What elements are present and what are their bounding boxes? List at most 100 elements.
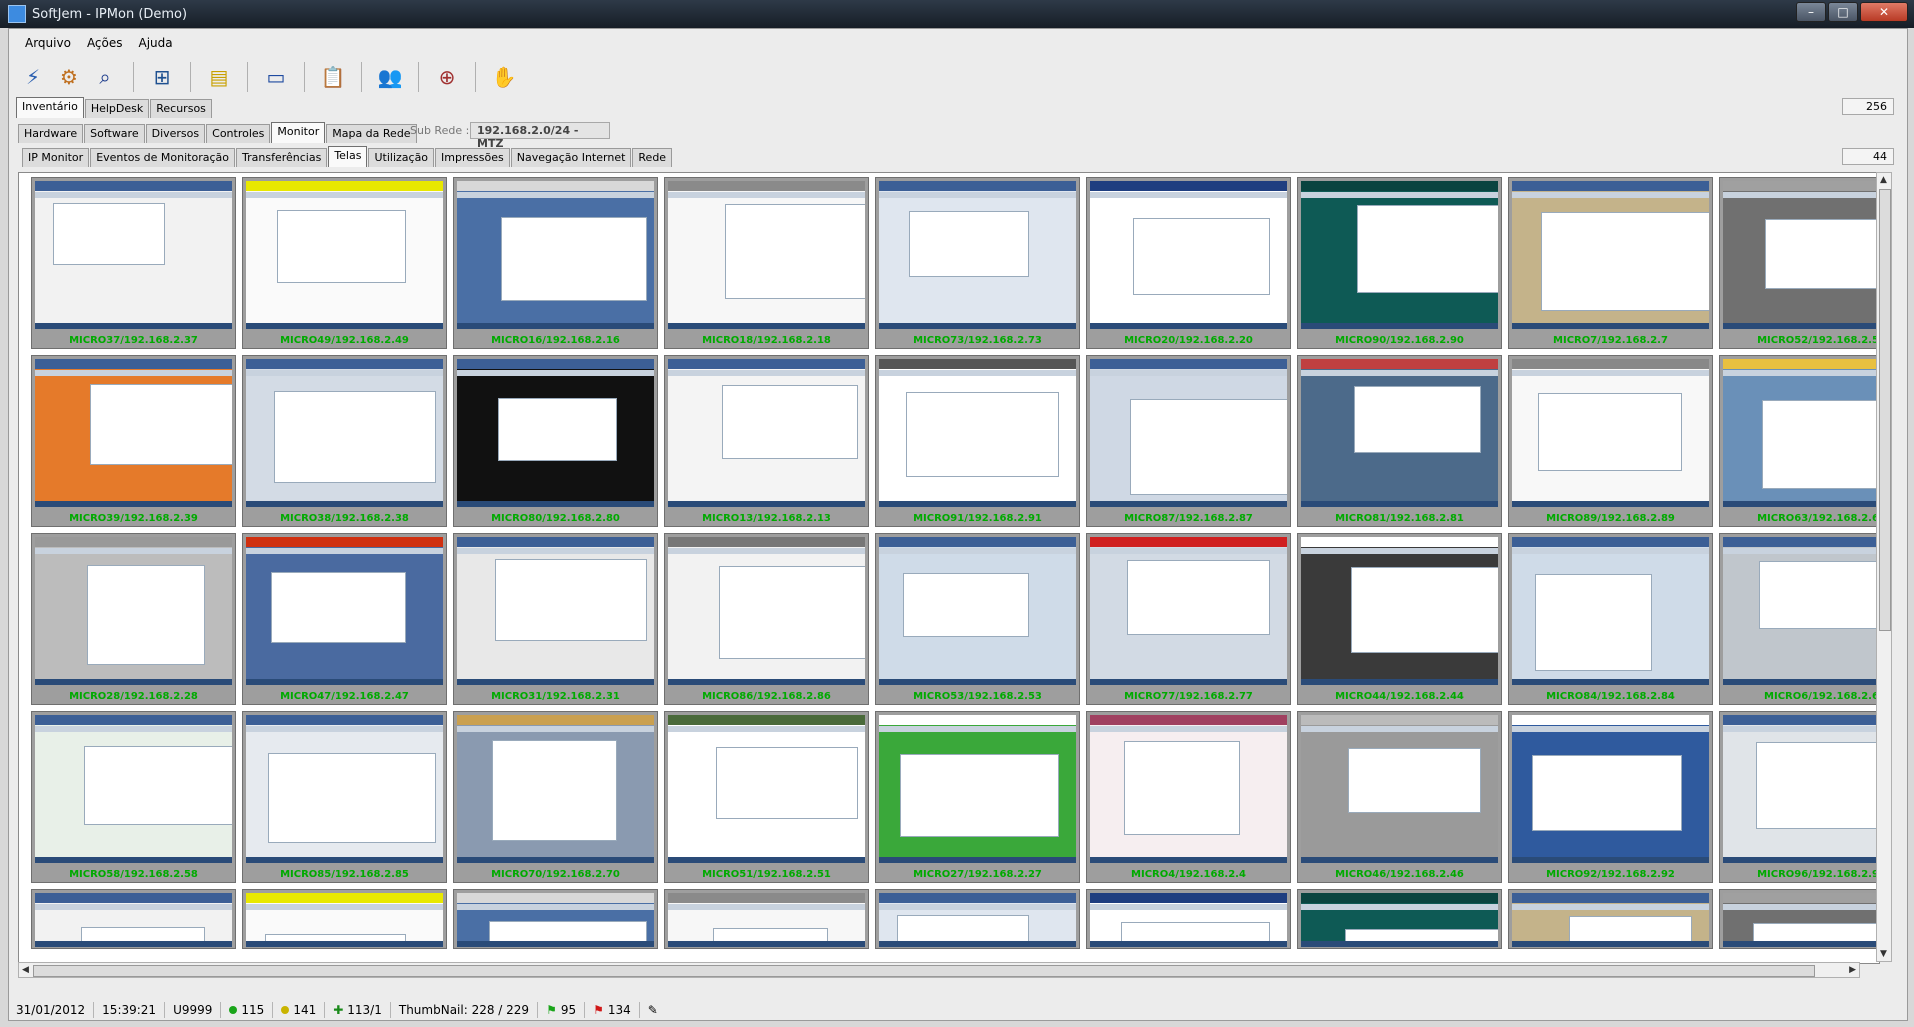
screen-thumbnail[interactable]: MICRO18/192.168.2.18 bbox=[664, 177, 869, 349]
tab-hardware[interactable]: Hardware bbox=[18, 124, 84, 143]
tab-utilizacao[interactable]: Utilização bbox=[368, 148, 435, 167]
screen-thumbnail[interactable]: MICRO53/192.168.2.53 bbox=[875, 533, 1080, 705]
scroll-right-icon[interactable]: ▶ bbox=[1849, 965, 1856, 975]
screen-thumbnail[interactable]: MICRO96/192.168.2.96 bbox=[1719, 711, 1879, 883]
screen-capture bbox=[1512, 359, 1709, 507]
tab-inventario[interactable]: Inventário bbox=[16, 97, 84, 118]
screen-thumbnail[interactable] bbox=[31, 889, 236, 949]
tab-controles[interactable]: Controles bbox=[206, 124, 271, 143]
screen-thumbnail[interactable]: MICRO63/192.168.2.63 bbox=[1719, 355, 1879, 527]
tab-impressoes[interactable]: Impressões bbox=[435, 148, 510, 167]
screen-thumbnail[interactable]: MICRO58/192.168.2.58 bbox=[31, 711, 236, 883]
screen-thumbnail[interactable] bbox=[1086, 889, 1291, 949]
screen-thumbnail[interactable]: MICRO70/192.168.2.70 bbox=[453, 711, 658, 883]
screen-thumbnail[interactable]: MICRO49/192.168.2.49 bbox=[242, 177, 447, 349]
title-bar: SoftJem - IPMon (Demo) – □ ✕ bbox=[0, 0, 1914, 28]
screen-thumbnail[interactable]: MICRO85/192.168.2.85 bbox=[242, 711, 447, 883]
screen-thumbnail[interactable]: MICRO91/192.168.2.91 bbox=[875, 355, 1080, 527]
screen-thumbnail[interactable] bbox=[875, 889, 1080, 949]
screen-capture bbox=[668, 181, 865, 329]
screen-thumbnail[interactable]: MICRO86/192.168.2.86 bbox=[664, 533, 869, 705]
screen-thumbnail[interactable]: MICRO39/192.168.2.39 bbox=[31, 355, 236, 527]
toolbar-separator bbox=[247, 62, 248, 92]
tab-ip-monitor[interactable]: IP Monitor bbox=[22, 148, 90, 167]
screen-thumbnail[interactable]: MICRO80/192.168.2.80 bbox=[453, 355, 658, 527]
screen-thumbnail[interactable]: MICRO47/192.168.2.47 bbox=[242, 533, 447, 705]
scroll-left-icon[interactable]: ◀ bbox=[22, 965, 29, 975]
status-bar: 31/01/2012 15:39:21 U9999 115 141 ✚ 113/… bbox=[8, 1000, 1906, 1020]
screen-thumbnail[interactable]: MICRO4/192.168.2.4 bbox=[1086, 711, 1291, 883]
screen-thumbnail[interactable]: MICRO31/192.168.2.31 bbox=[453, 533, 658, 705]
users-icon[interactable]: 👥 bbox=[374, 61, 406, 93]
minimize-button[interactable]: – bbox=[1796, 2, 1826, 22]
subnet-value[interactable]: 192.168.2.0/24 - MTZ bbox=[470, 122, 610, 150]
screen-thumbnail[interactable] bbox=[664, 889, 869, 949]
screen-thumbnail[interactable]: MICRO16/192.168.2.16 bbox=[453, 177, 658, 349]
screen-thumbnail[interactable]: MICRO84/192.168.2.84 bbox=[1508, 533, 1713, 705]
horizontal-scroll-thumb[interactable] bbox=[33, 965, 1815, 977]
clipboard-icon[interactable]: 📋 bbox=[317, 61, 349, 93]
monitor-icon[interactable]: ▭ bbox=[260, 61, 292, 93]
screen-thumbnail[interactable]: MICRO51/192.168.2.51 bbox=[664, 711, 869, 883]
tab-diversos[interactable]: Diversos bbox=[145, 124, 206, 143]
tab-telas[interactable]: Telas bbox=[328, 146, 368, 167]
screen-thumbnail[interactable]: MICRO44/192.168.2.44 bbox=[1297, 533, 1502, 705]
screen-thumbnail[interactable]: MICRO46/192.168.2.46 bbox=[1297, 711, 1502, 883]
screen-thumbnail[interactable]: MICRO37/192.168.2.37 bbox=[31, 177, 236, 349]
screen-thumbnail[interactable]: MICRO52/192.168.2.52 bbox=[1719, 177, 1879, 349]
tab-navegacao-internet[interactable]: Navegação Internet bbox=[510, 148, 632, 167]
vertical-scrollbar[interactable]: ▲ ▼ bbox=[1876, 172, 1892, 962]
screen-capture bbox=[1301, 537, 1498, 685]
screen-thumbnail[interactable] bbox=[242, 889, 447, 949]
screen-thumbnail[interactable]: MICRO6/192.168.2.6 bbox=[1719, 533, 1879, 705]
screen-capture bbox=[1723, 537, 1879, 685]
screen-capture bbox=[1723, 715, 1879, 863]
scroll-up-icon[interactable]: ▲ bbox=[1880, 175, 1887, 185]
tab-monitor[interactable]: Monitor bbox=[271, 122, 326, 143]
screen-thumbnail[interactable]: MICRO27/192.168.2.27 bbox=[875, 711, 1080, 883]
screen-thumbnail[interactable] bbox=[453, 889, 658, 949]
tab-rede[interactable]: Rede bbox=[632, 148, 673, 167]
screen-thumbnail[interactable]: MICRO28/192.168.2.28 bbox=[31, 533, 236, 705]
horizontal-scrollbar[interactable]: ◀ ▶ bbox=[18, 962, 1860, 978]
menu-arquivo[interactable]: Arquivo bbox=[17, 35, 79, 53]
maximize-button[interactable]: □ bbox=[1828, 2, 1858, 22]
wand-icon[interactable]: ⚡ bbox=[17, 61, 49, 93]
screen-capture bbox=[1090, 537, 1287, 685]
menu-acoes[interactable]: Ações bbox=[79, 35, 131, 53]
screen-thumbnail[interactable]: MICRO77/192.168.2.77 bbox=[1086, 533, 1291, 705]
thumbnail-caption: MICRO47/192.168.2.47 bbox=[280, 691, 409, 702]
screen-thumbnail[interactable]: MICRO87/192.168.2.87 bbox=[1086, 355, 1291, 527]
screen-thumbnail[interactable]: MICRO38/192.168.2.38 bbox=[242, 355, 447, 527]
tools-icon[interactable]: ⚙ bbox=[53, 61, 85, 93]
screen-thumbnail[interactable] bbox=[1297, 889, 1502, 949]
screen-thumbnail[interactable]: MICRO7/192.168.2.7 bbox=[1508, 177, 1713, 349]
screens-count: 44 bbox=[1842, 148, 1894, 165]
screen-thumbnail[interactable]: MICRO81/192.168.2.81 bbox=[1297, 355, 1502, 527]
screen-thumbnail[interactable]: MICRO20/192.168.2.20 bbox=[1086, 177, 1291, 349]
screen-thumbnail[interactable]: MICRO90/192.168.2.90 bbox=[1297, 177, 1502, 349]
vertical-scroll-thumb[interactable] bbox=[1879, 189, 1891, 631]
screen-thumbnail[interactable]: MICRO89/192.168.2.89 bbox=[1508, 355, 1713, 527]
tab-software[interactable]: Software bbox=[84, 124, 145, 143]
network-icon[interactable]: ⊕ bbox=[431, 61, 463, 93]
magnifier-icon[interactable]: ⌕ bbox=[89, 61, 121, 93]
tab-mapa-da-rede[interactable]: Mapa da Rede bbox=[326, 124, 417, 143]
screen-thumbnail[interactable] bbox=[1719, 889, 1879, 949]
notepad-icon[interactable]: ▤ bbox=[203, 61, 235, 93]
scroll-down-icon[interactable]: ▼ bbox=[1880, 949, 1887, 959]
tree-add-icon[interactable]: ⊞ bbox=[146, 61, 178, 93]
tab-transferencias[interactable]: Transferências bbox=[236, 148, 328, 167]
edit-icon[interactable]: ✎ bbox=[640, 1002, 666, 1018]
close-button[interactable]: ✕ bbox=[1860, 2, 1908, 22]
tab-recursos[interactable]: Recursos bbox=[150, 99, 212, 118]
screen-thumbnail[interactable] bbox=[1508, 889, 1713, 949]
hand-icon[interactable]: ✋ bbox=[488, 61, 520, 93]
screen-thumbnail[interactable]: MICRO92/192.168.2.92 bbox=[1508, 711, 1713, 883]
toolbar-separator bbox=[418, 62, 419, 92]
tab-eventos-monitoracao[interactable]: Eventos de Monitoração bbox=[90, 148, 235, 167]
tab-helpdesk[interactable]: HelpDesk bbox=[84, 99, 150, 118]
menu-ajuda[interactable]: Ajuda bbox=[131, 35, 181, 53]
screen-thumbnail[interactable]: MICRO13/192.168.2.13 bbox=[664, 355, 869, 527]
screen-thumbnail[interactable]: MICRO73/192.168.2.73 bbox=[875, 177, 1080, 349]
